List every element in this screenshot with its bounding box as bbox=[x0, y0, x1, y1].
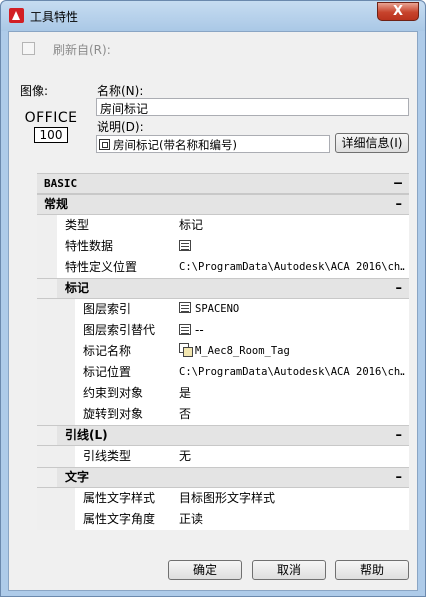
property-name: 旋转到对象 bbox=[83, 407, 144, 421]
title-bar[interactable]: 工具特性 X bbox=[1, 1, 425, 31]
property-row[interactable]: 特性定义位置 C:\ProgramData\Autodesk\ACA 2016\… bbox=[37, 257, 409, 278]
category-text[interactable]: 文字 – bbox=[37, 467, 409, 488]
ok-button[interactable]: 确定 bbox=[168, 560, 242, 580]
office-image-number: 100 bbox=[34, 127, 68, 143]
dialog-body: 刷新自(R): 图像: OFFICE 100 名称(N): 房间标记 说明(D)… bbox=[8, 31, 418, 591]
property-row[interactable]: 旋转到对象 否 bbox=[37, 404, 409, 425]
row-gutter bbox=[37, 257, 57, 278]
property-value: SPACENO bbox=[179, 299, 405, 320]
property-value: C:\ProgramData\Autodesk\ACA 2016\ch… bbox=[179, 261, 405, 273]
property-row[interactable]: 特性数据 bbox=[37, 236, 409, 257]
property-value: 是 bbox=[179, 386, 192, 400]
row-gutter bbox=[37, 383, 75, 404]
property-value: M_Aec8_Room_Tag bbox=[179, 341, 405, 362]
category-basic-label: BASIC bbox=[44, 177, 78, 190]
property-name: 标记名称 bbox=[83, 344, 132, 358]
category-text-label: 文字 bbox=[65, 470, 90, 484]
property-name: 图层索引 bbox=[83, 302, 132, 316]
close-button[interactable]: X bbox=[377, 2, 419, 21]
property-name: 类型 bbox=[65, 218, 90, 232]
layer-override-icon[interactable] bbox=[179, 324, 191, 335]
name-label: 名称(N): bbox=[97, 84, 144, 98]
row-gutter bbox=[37, 426, 57, 445]
property-row[interactable]: 引线类型 无 bbox=[37, 446, 409, 467]
category-general-label: 常规 bbox=[44, 197, 69, 211]
property-row[interactable]: 图层索引替代 -- bbox=[37, 320, 409, 341]
category-tag-label: 标记 bbox=[65, 281, 90, 295]
tag-block-icon[interactable] bbox=[179, 343, 193, 357]
cancel-button[interactable]: 取消 bbox=[252, 560, 326, 580]
refresh-from-checkbox[interactable] bbox=[22, 42, 35, 55]
property-value: 标记 bbox=[179, 218, 204, 232]
tool-properties-window: 工具特性 X 刷新自(R): 图像: OFFICE 100 名称(N): 房间标… bbox=[0, 0, 426, 597]
row-gutter bbox=[37, 404, 75, 425]
row-gutter bbox=[37, 446, 75, 467]
property-value: C:\ProgramData\Autodesk\ACA 2016\ch… bbox=[179, 366, 405, 378]
row-gutter bbox=[37, 236, 57, 257]
category-tag[interactable]: 标记 – bbox=[37, 278, 409, 299]
row-gutter bbox=[37, 215, 57, 236]
description-value: 房间标记(带名称和编号) bbox=[113, 138, 237, 152]
property-row[interactable]: 属性文字角度 正读 bbox=[37, 509, 409, 530]
property-data-icon[interactable] bbox=[179, 240, 191, 251]
row-gutter bbox=[37, 362, 75, 383]
property-row[interactable]: 标记名称 M_Aec8_Room_Tag bbox=[37, 341, 409, 362]
layer-key-icon[interactable] bbox=[179, 302, 191, 313]
property-name: 约束到对象 bbox=[83, 386, 144, 400]
row-gutter bbox=[37, 279, 57, 298]
autocad-logo-icon bbox=[9, 8, 24, 23]
row-gutter bbox=[37, 299, 75, 320]
property-name: 图层索引替代 bbox=[83, 323, 156, 337]
details-button[interactable]: 详细信息(I) bbox=[335, 133, 409, 153]
row-gutter bbox=[37, 341, 75, 362]
category-leader-label: 引线(L) bbox=[65, 428, 108, 442]
category-leader[interactable]: 引线(L) – bbox=[37, 425, 409, 446]
description-field[interactable]: 房间标记(带名称和编号) bbox=[96, 135, 330, 153]
property-name: 属性文字角度 bbox=[83, 512, 156, 526]
property-value: 否 bbox=[179, 407, 192, 421]
row-gutter bbox=[37, 488, 75, 509]
property-name: 属性文字样式 bbox=[83, 491, 156, 505]
property-row[interactable]: 约束到对象 是 bbox=[37, 383, 409, 404]
collapse-icon[interactable]: – bbox=[396, 279, 403, 298]
description-icon bbox=[99, 139, 110, 150]
property-row[interactable]: 图层索引 SPACENO bbox=[37, 299, 409, 320]
property-row[interactable]: 属性文字样式 目标图形文字样式 bbox=[37, 488, 409, 509]
category-basic[interactable]: BASIC – bbox=[37, 173, 409, 194]
description-label: 说明(D): bbox=[97, 120, 144, 134]
collapse-icon[interactable]: – bbox=[396, 426, 403, 445]
property-value: 目标图形文字样式 bbox=[179, 491, 276, 505]
window-title: 工具特性 bbox=[30, 10, 79, 24]
tool-image-preview[interactable]: OFFICE 100 bbox=[21, 110, 81, 143]
property-name: 特性定义位置 bbox=[65, 260, 138, 274]
row-gutter bbox=[37, 320, 75, 341]
row-gutter bbox=[37, 468, 57, 487]
category-general[interactable]: 常规 – bbox=[37, 194, 409, 215]
property-name: 特性数据 bbox=[65, 239, 114, 253]
collapse-icon[interactable]: – bbox=[394, 174, 402, 193]
property-name: 引线类型 bbox=[83, 449, 132, 463]
image-label: 图像: bbox=[20, 84, 49, 98]
name-input[interactable]: 房间标记 bbox=[96, 98, 409, 116]
tag-name-value: M_Aec8_Room_Tag bbox=[195, 345, 290, 357]
property-row[interactable]: 类型 标记 bbox=[37, 215, 409, 236]
property-grid: BASIC – 常规 – 类型 标记 特性数据 特性定义位置 C:\Progra… bbox=[37, 173, 409, 530]
office-image-text: OFFICE bbox=[24, 110, 78, 126]
property-value bbox=[179, 236, 405, 257]
help-button[interactable]: 帮助 bbox=[335, 560, 409, 580]
layer-override-value: -- bbox=[195, 323, 204, 337]
layer-key-value: SPACENO bbox=[195, 303, 240, 315]
property-value: 正读 bbox=[179, 512, 204, 526]
property-row[interactable]: 标记位置 C:\ProgramData\Autodesk\ACA 2016\ch… bbox=[37, 362, 409, 383]
refresh-from-label: 刷新自(R): bbox=[53, 43, 111, 57]
property-name: 标记位置 bbox=[83, 365, 132, 379]
collapse-icon[interactable]: – bbox=[396, 468, 403, 487]
row-gutter bbox=[37, 509, 75, 530]
collapse-icon[interactable]: – bbox=[396, 195, 403, 214]
property-value: -- bbox=[179, 320, 405, 341]
property-value: 无 bbox=[179, 449, 192, 463]
